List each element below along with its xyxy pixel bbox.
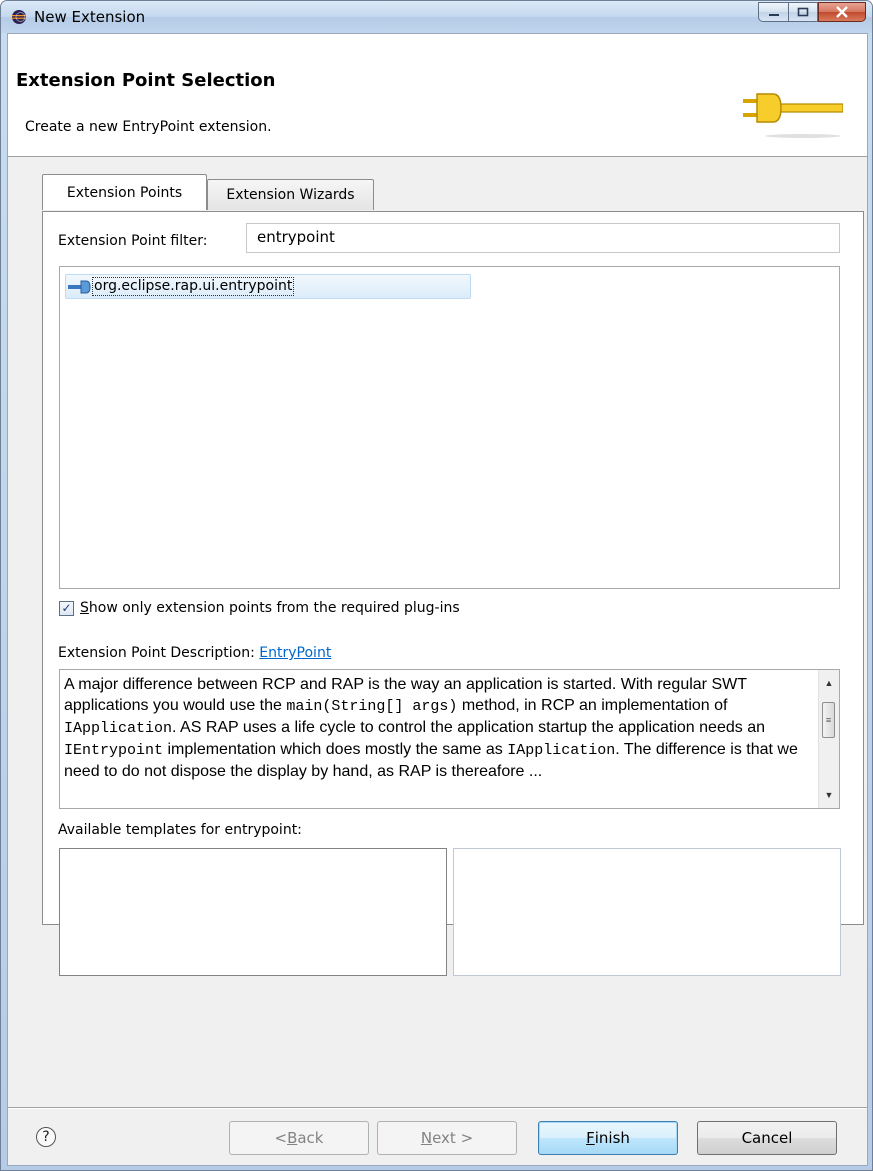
finish-button[interactable]: Finish (538, 1121, 678, 1155)
extension-point-description[interactable]: A major difference between RCP and RAP i… (59, 669, 840, 809)
templates-list[interactable] (59, 848, 447, 976)
description-code-fragment: main(String[] args) (286, 698, 458, 715)
footer-divider (8, 1107, 867, 1108)
scroll-up-icon[interactable]: ▲ (823, 676, 835, 690)
description-label: Extension Point Description: (58, 645, 255, 661)
page-description: Create a new EntryPoint extension. (25, 119, 272, 135)
list-item[interactable]: org.eclipse.rap.ui.entrypoint (65, 274, 471, 299)
template-description[interactable] (453, 848, 841, 976)
plug-icon (743, 93, 843, 138)
maximize-button[interactable] (788, 2, 818, 22)
close-icon (836, 6, 848, 18)
extension-points-panel: Extension Point filter: entrypoint org.e… (42, 211, 864, 976)
window-title: New Extension (34, 8, 146, 26)
description-text-fragment: implementation which does mostly the sam… (163, 741, 508, 758)
minimize-button[interactable] (758, 2, 788, 22)
page-title: Extension Point Selection (16, 70, 276, 91)
back-button[interactable]: < Back (229, 1121, 369, 1155)
eclipse-icon (12, 10, 26, 24)
description-code-fragment: IApplication (64, 720, 173, 737)
tab-extension-points[interactable]: Extension Points (42, 174, 207, 210)
description-label-row: Extension Point Description: EntryPoint (58, 645, 331, 661)
extension-points-list[interactable]: org.eclipse.rap.ui.entrypoint (59, 266, 840, 589)
close-button[interactable] (818, 2, 866, 22)
templates-label: Available templates for entrypoint: (58, 822, 302, 838)
show-required-only-label: Show only extension points from the requ… (80, 600, 460, 616)
dialog-client-area: Extension Point Selection Create a new E… (7, 33, 868, 1166)
new-extension-dialog: New Extension Extension Point Selection … (0, 0, 873, 1171)
scroll-down-icon[interactable]: ▼ (823, 788, 835, 802)
scroll-thumb[interactable]: ≡ (822, 702, 835, 738)
list-item-label: org.eclipse.rap.ui.entrypoint (92, 277, 295, 296)
tab-extension-wizards[interactable]: Extension Wizards (207, 179, 374, 210)
entrypoint-link[interactable]: EntryPoint (259, 645, 331, 661)
description-text: A major difference between RCP and RAP i… (64, 674, 809, 782)
filter-label: Extension Point filter: (58, 233, 208, 249)
description-text-fragment: ... (528, 763, 543, 780)
show-required-only-checkbox[interactable]: ✓ (59, 600, 74, 616)
cancel-button[interactable]: Cancel (697, 1121, 837, 1155)
description-text-fragment: . AS RAP uses a life cycle to control th… (172, 719, 765, 736)
description-text-fragment: method, in RCP an implementation of (457, 697, 728, 714)
extension-point-icon (68, 280, 91, 293)
extension-point-filter-input[interactable]: entrypoint (246, 223, 840, 253)
help-icon[interactable]: ? (36, 1127, 56, 1147)
minimize-icon (768, 14, 779, 16)
description-code-fragment: IApplication (507, 742, 616, 759)
description-scrollbar[interactable]: ▲ ≡ ▼ (818, 670, 839, 808)
title-bar[interactable]: New Extension (1, 1, 872, 33)
wizard-header: Extension Point Selection Create a new E… (8, 34, 867, 157)
maximize-icon (797, 7, 809, 17)
next-button[interactable]: Next > (377, 1121, 517, 1155)
description-code-fragment: IEntrypoint (64, 742, 164, 759)
show-required-only-checkbox-row[interactable]: ✓ Show only extension points from the re… (59, 600, 460, 616)
